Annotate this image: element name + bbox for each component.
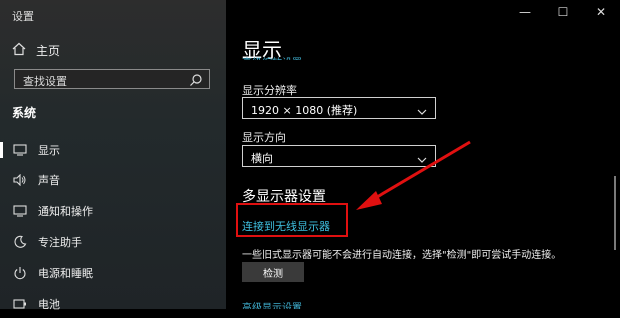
sidebar-item-focus-assist[interactable]: 专注助手 (0, 228, 226, 256)
window-controls: — ☐ ✕ (506, 0, 620, 24)
sidebar-section-title: 系统 (12, 106, 37, 120)
main-panel: — ☐ ✕ 显示 高级缩放设置 显示分辨率 1920 × 1080 (推荐) 显… (226, 0, 620, 309)
resolution-label: 显示分辨率 (242, 84, 297, 97)
monitor-icon (12, 142, 28, 158)
sidebar-item-label: 专注助手 (38, 236, 82, 249)
resolution-value: 1920 × 1080 (推荐) (251, 104, 358, 117)
advanced-scaling-link[interactable]: 高级缩放设置 (242, 54, 302, 60)
highlight-box (236, 203, 348, 237)
window-title: 设置 (12, 10, 34, 23)
sidebar-item-label: 通知和操作 (38, 205, 93, 218)
maximize-button[interactable]: ☐ (544, 0, 582, 24)
notification-icon (12, 203, 28, 219)
detect-button[interactable]: 检测 (242, 262, 304, 282)
moon-icon (12, 234, 28, 250)
resolution-dropdown[interactable]: 1920 × 1080 (推荐) (242, 97, 436, 119)
close-button[interactable]: ✕ (582, 0, 620, 24)
sidebar-item-power-sleep[interactable]: 电源和睡眠 (0, 259, 226, 287)
sidebar-home[interactable]: 主页 (12, 42, 60, 59)
sidebar-item-notifications[interactable]: 通知和操作 (0, 197, 226, 225)
chevron-down-icon (417, 150, 427, 169)
search-placeholder: 查找设置 (23, 75, 67, 88)
advanced-display-link[interactable]: 高级显示设置 (242, 299, 302, 309)
sidebar-item-label: 电源和睡眠 (38, 267, 93, 280)
detect-description: 一些旧式显示器可能不会进行自动连接，选择"检测"即可尝试手动连接。 (242, 250, 562, 261)
sidebar-home-label: 主页 (36, 44, 61, 58)
orientation-value: 横向 (251, 152, 273, 165)
sidebar-item-label: 显示 (38, 144, 60, 157)
sidebar-item-battery[interactable]: 电池 (0, 290, 226, 318)
power-icon (12, 265, 28, 281)
sidebar-item-label: 声音 (38, 174, 60, 187)
home-icon (12, 42, 26, 59)
search-icon[interactable] (189, 72, 203, 91)
search-input[interactable]: 查找设置 (14, 69, 210, 89)
orientation-label: 显示方向 (242, 131, 286, 144)
chevron-down-icon (417, 102, 427, 121)
battery-icon (12, 296, 28, 312)
sidebar: 设置 主页 查找设置 系统 显示 声音 通知和操作 专注助手 电源和睡眠 电池 (0, 0, 226, 311)
speaker-icon (12, 172, 28, 188)
scrollbar-thumb[interactable] (614, 176, 616, 250)
sidebar-item-label: 电池 (38, 298, 60, 311)
sidebar-item-sound[interactable]: 声音 (0, 166, 226, 194)
minimize-button[interactable]: — (506, 0, 544, 24)
orientation-dropdown[interactable]: 横向 (242, 145, 436, 167)
sidebar-item-display[interactable]: 显示 (0, 136, 226, 164)
